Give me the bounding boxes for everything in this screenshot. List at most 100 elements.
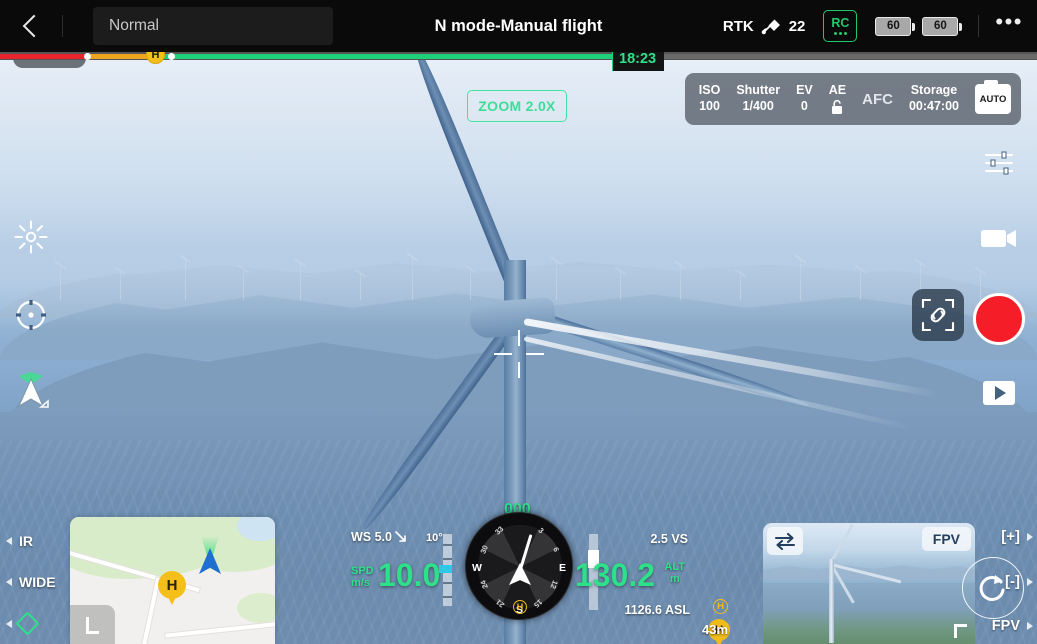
fpv-swap-button[interactable] [767,527,803,555]
crosshair-top [518,330,520,346]
gimbal-pitch-value: 10° [426,532,443,544]
expand-corner-icon[interactable] [954,624,967,638]
zoom-in-label: [+] [1001,528,1020,545]
zoom-out-control[interactable]: [-] [1005,573,1033,590]
wind-speed-readout: WS 5.0 [351,530,407,544]
speed-label: SPD m/s [351,565,374,590]
map-home-label: H [167,577,178,594]
camera-source-extra[interactable] [6,615,56,632]
heading-arrow-icon[interactable] [12,374,50,412]
sun-burst-icon [14,220,48,254]
exposure-burst-icon[interactable] [12,218,50,256]
video-camera-icon [980,226,1018,250]
triangle-left-icon [6,578,12,586]
asl-readout: 1126.6 ASL [624,603,690,617]
battery-segment-warning [88,54,154,59]
swap-arrows-icon [774,532,796,550]
controller-battery[interactable]: 60 [922,17,958,36]
battery-segment-remaining [618,54,1037,59]
diamond-icon [15,611,39,635]
link-tracking-icon [921,298,955,332]
map-drone-marker [197,542,223,574]
camera-source-ir-label: IR [19,533,33,549]
fpv-ground-shade [763,611,975,644]
storage-value: 00:47:00 [909,99,959,115]
chevron-left-icon [22,15,45,38]
flight-time-value: 18:23 [619,51,656,67]
camera-source-wide-label: WIDE [19,574,56,590]
aircraft-battery[interactable]: 60 [875,17,911,36]
rc-signal-dots [834,32,847,35]
settings-icon[interactable] [982,148,1016,178]
zoom-out-label: [-] [1005,573,1020,590]
crosshair-bottom [518,362,520,378]
storage-setting[interactable]: Storage 00:47:00 [909,83,959,114]
record-button[interactable] [973,293,1025,345]
drone-heading-icon [199,548,221,574]
speed-value: 10.0 [378,557,440,594]
top-status-bar: Normal N mode-Manual flight RTK 22 RC [0,0,1037,52]
rc-link-badge[interactable]: RC [823,10,857,42]
speed-label-line1: SPD [351,565,374,578]
distance-home-value: 43m [702,622,728,637]
fpv-turbine-tower [829,559,834,643]
layers-corner-icon [86,617,99,634]
camera-source-ir[interactable]: IR [6,533,56,549]
back-button[interactable] [0,0,62,52]
vertical-speed-readout: 2.5 VS [650,532,688,546]
zoom-level-badge[interactable]: ZOOM 2.0X [467,90,567,122]
iso-value: 100 [699,99,720,115]
ev-label: EV [796,83,813,99]
triangle-right-icon [1027,533,1033,541]
mini-map[interactable]: H [70,517,275,644]
battery-segment-ok [154,54,618,59]
drone-flight-app: Normal N mode-Manual flight RTK 22 RC [0,0,1037,644]
camera-settings-bar[interactable]: ISO 100 Shutter 1/400 EV 0 AE AFC Storag… [685,73,1021,125]
camera-source-wide[interactable]: WIDE [6,574,56,590]
compass-widget[interactable]: W E S 33 3 30 6 24 12 21 15 H [465,512,573,620]
wind-speed-value: WS 5.0 [351,530,392,544]
lock-icon [830,99,844,115]
shutter-value: 1/400 [743,99,774,115]
flight-title-text: N mode-Manual flight [435,17,603,36]
zoom-in-control[interactable]: [+] [1001,528,1033,545]
camera-mode-button[interactable] [980,226,1018,255]
fpv-control[interactable]: FPV [992,618,1033,634]
playback-gallery-button[interactable] [983,381,1015,405]
flight-mode-selector[interactable]: Normal [93,7,333,45]
camera-auto-icon[interactable]: AUTO [975,84,1011,114]
rtk-status[interactable]: RTK 22 [723,18,806,35]
satellite-icon [761,18,782,35]
distance-home-icon: H [713,599,728,614]
aircraft-battery-value: 60 [887,20,900,32]
top-right-status-group: RTK 22 RC 60 60 • [723,0,1037,52]
sliders-icon [984,150,1014,176]
controller-battery-value: 60 [934,20,947,32]
focus-mode-label[interactable]: AFC [862,91,893,108]
fpv-badge[interactable]: FPV [922,527,971,551]
tracking-mode-button[interactable] [912,289,964,341]
camera-auto-label: AUTO [980,94,1007,105]
compass-home-marker: H [513,600,527,614]
shutter-setting[interactable]: Shutter 1/400 [736,83,780,114]
ev-setting[interactable]: EV 0 [796,83,813,114]
rc-badge-label: RC [831,17,849,30]
battery-group: 60 60 [875,17,958,36]
altitude-label: ALT m [664,561,685,586]
fpv-picture-in-picture[interactable]: FPV [763,523,975,644]
reticle-icon [15,299,47,331]
right-bottom-controls: [+] [-] FPV [992,528,1033,634]
flight-mode-label: Normal [109,17,159,35]
more-dots-icon[interactable]: ••• [995,17,1023,35]
top-divider-left [62,15,63,37]
ae-label: AE [829,83,846,99]
iso-setting[interactable]: ISO 100 [699,83,721,114]
map-layers-button[interactable] [70,605,115,644]
map-road-2 [140,577,161,644]
fpv-turbine-blade-2 [829,524,854,564]
flight-progress-bar[interactable]: H 18:23 [0,52,1037,60]
iso-label: ISO [699,83,721,99]
ae-lock-setting[interactable]: AE [829,83,846,115]
wind-direction-arrow-icon [395,531,407,543]
focus-target-icon[interactable] [12,296,50,334]
